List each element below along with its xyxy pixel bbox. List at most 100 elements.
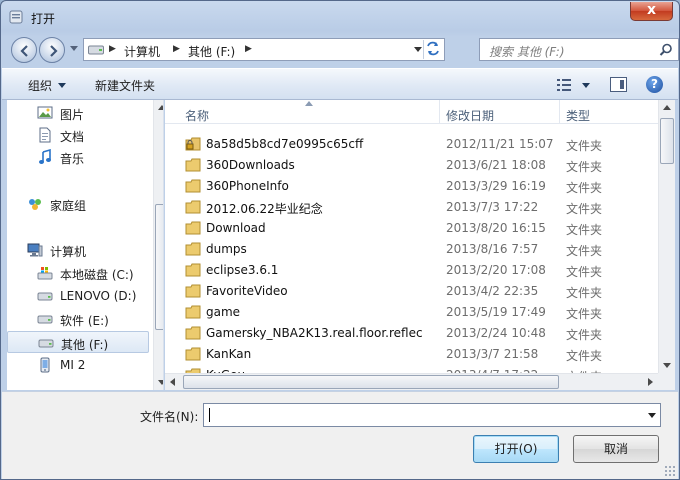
sidebar-item-documents[interactable]: 文档	[7, 124, 149, 146]
column-type[interactable]: 类型	[566, 107, 590, 124]
search-input[interactable]: 搜索 其他 (F:)	[479, 38, 679, 61]
breadcrumb-drive-f[interactable]: 其他 (F:)	[188, 43, 235, 60]
sidebar-item-drive-d[interactable]: LENOVO (D:)	[7, 285, 149, 307]
new-folder-button[interactable]: 新建文件夹	[95, 77, 155, 94]
table-row[interactable]: game 2013/5/19 17:49 文件夹	[165, 302, 658, 323]
file-date: 2013/8/20 16:15	[446, 221, 546, 235]
column-header: 名称 修改日期 类型	[165, 100, 658, 124]
search-icon[interactable]	[659, 43, 673, 57]
documents-icon	[39, 127, 51, 143]
file-date: 2013/3/29 16:19	[446, 179, 546, 193]
sidebar-item-label: MI 2	[60, 358, 86, 372]
file-name-panel: 文件名(N): 打开(O) 取消	[2, 391, 678, 479]
sidebar-item-label: 其他 (F:)	[61, 338, 109, 352]
app-icon	[9, 10, 23, 24]
table-row[interactable]: Download 2013/8/20 16:15 文件夹	[165, 218, 658, 239]
scrollbar-thumb[interactable]	[660, 118, 674, 164]
file-date: 2013/2/20 17:08	[446, 263, 546, 277]
sidebar-item-drive-e[interactable]: 软件 (E:)	[7, 308, 149, 330]
sidebar-item-music[interactable]: 音乐	[7, 146, 149, 168]
scroll-left-icon[interactable]	[165, 374, 181, 390]
folder-icon	[185, 326, 201, 340]
sidebar-item-label: 家庭组	[50, 199, 87, 213]
sidebar-item-label: 本地磁盘 (C:)	[60, 268, 134, 282]
file-type: 文件夹	[566, 328, 603, 342]
column-divider[interactable]	[439, 100, 440, 124]
table-row[interactable]: KanKan 2013/3/7 21:58 文件夹	[165, 344, 658, 365]
table-row[interactable]: dumps 2013/8/16 7:57 文件夹	[165, 239, 658, 260]
file-name: 8a58d5b8cd7e0995c65cff	[206, 137, 364, 151]
table-row[interactable]: eclipse3.6.1 2013/2/20 17:08 文件夹	[165, 260, 658, 281]
forward-button[interactable]	[39, 37, 65, 63]
file-type: 文件夹	[566, 307, 603, 321]
file-type: 文件夹	[566, 265, 603, 279]
close-button[interactable]: x	[630, 2, 673, 21]
address-bar[interactable]: ▶ 计算机 ▶ 其他 (F:) ▶	[83, 38, 445, 61]
column-divider[interactable]	[559, 100, 560, 124]
folder-icon	[185, 263, 201, 277]
open-file-dialog: 打开 x ▶ 计算机 ▶ 其他 (F:) ▶ 搜索 其他 (F:) 组织 新建文…	[0, 0, 680, 480]
table-row[interactable]: 360PhoneInfo 2013/3/29 16:19 文件夹	[165, 176, 658, 197]
file-date: 2013/7/3 17:22	[446, 200, 539, 214]
scroll-down-icon[interactable]	[154, 374, 164, 390]
view-options-chevron-icon[interactable]	[582, 83, 590, 88]
breadcrumb-separator-icon[interactable]: ▶	[109, 44, 116, 54]
file-type: 文件夹	[566, 349, 603, 363]
breadcrumb-separator-icon[interactable]: ▶	[173, 44, 180, 54]
scroll-up-icon[interactable]	[659, 100, 675, 116]
sidebar-item-drive-c[interactable]: 本地磁盘 (C:)	[7, 262, 149, 284]
organize-chevron-icon[interactable]	[58, 83, 66, 88]
file-name: 2012.06.22毕业纪念	[206, 202, 323, 216]
file-date: 2013/3/7 21:58	[446, 347, 539, 361]
phone-icon	[40, 357, 50, 373]
breadcrumb-separator-icon[interactable]: ▶	[245, 44, 252, 54]
file-list-vertical-scrollbar[interactable]	[658, 100, 675, 373]
preview-pane-icon[interactable]	[610, 77, 627, 92]
navigation-pane-scrollbar[interactable]	[153, 100, 164, 390]
file-name: 360PhoneInfo	[206, 179, 289, 193]
table-row[interactable]: 2012.06.22毕业纪念 2013/7/3 17:22 文件夹	[165, 197, 658, 218]
sidebar-item-pictures[interactable]: 图片	[7, 102, 149, 124]
resize-grip-icon[interactable]	[664, 465, 676, 477]
filename-history-chevron-icon[interactable]	[648, 413, 656, 418]
file-name: dumps	[206, 242, 247, 256]
file-date: 2013/8/16 7:57	[446, 242, 539, 256]
breadcrumb-computer[interactable]: 计算机	[124, 43, 160, 60]
search-placeholder: 搜索 其他 (F:)	[489, 45, 565, 59]
sidebar-item-drive-f[interactable]: 其他 (F:)	[7, 331, 149, 353]
cancel-button[interactable]: 取消	[573, 435, 659, 463]
column-date[interactable]: 修改日期	[446, 107, 494, 124]
scrollbar-thumb[interactable]	[155, 204, 163, 330]
help-icon[interactable]: ?	[646, 76, 663, 93]
folder-icon	[185, 158, 201, 172]
column-name[interactable]: 名称	[185, 107, 209, 124]
address-history-chevron-icon[interactable]	[414, 47, 422, 52]
forward-arrow-icon	[50, 45, 58, 57]
filename-input[interactable]	[203, 403, 661, 427]
organize-button[interactable]: 组织	[28, 77, 52, 94]
file-list-horizontal-scrollbar[interactable]	[165, 373, 658, 390]
table-row[interactable]: 360Downloads 2013/6/21 18:08 文件夹	[165, 155, 658, 176]
open-button[interactable]: 打开(O)	[473, 435, 559, 463]
scroll-right-icon[interactable]	[642, 374, 658, 390]
file-name: FavoriteVideo	[206, 284, 288, 298]
sidebar-item-computer[interactable]: 计算机	[7, 239, 149, 261]
table-row[interactable]: 8a58d5b8cd7e0995c65cff 2012/11/21 15:07 …	[165, 134, 658, 155]
file-type: 文件夹	[566, 223, 603, 237]
table-row[interactable]: Gamersky_NBA2K13.real.floor.reflec 2013/…	[165, 323, 658, 344]
music-icon	[39, 149, 51, 164]
view-details-icon[interactable]	[557, 78, 573, 92]
sidebar-item-mi2[interactable]: MI 2	[7, 354, 149, 376]
table-row[interactable]: FavoriteVideo 2013/4/2 22:35 文件夹	[165, 281, 658, 302]
folder-icon	[185, 221, 201, 235]
title-bar[interactable]: 打开 x	[1, 1, 679, 33]
sidebar-item-homegroup[interactable]: 家庭组	[7, 193, 149, 215]
recent-pages-chevron-icon[interactable]	[70, 46, 78, 52]
file-type: 文件夹	[566, 244, 603, 258]
scrollbar-thumb[interactable]	[183, 375, 559, 389]
back-button[interactable]	[11, 37, 37, 63]
scroll-up-icon[interactable]	[154, 100, 164, 116]
file-date: 2013/4/2 22:35	[446, 284, 539, 298]
refresh-button[interactable]	[423, 40, 443, 59]
scroll-down-icon[interactable]	[659, 357, 675, 373]
